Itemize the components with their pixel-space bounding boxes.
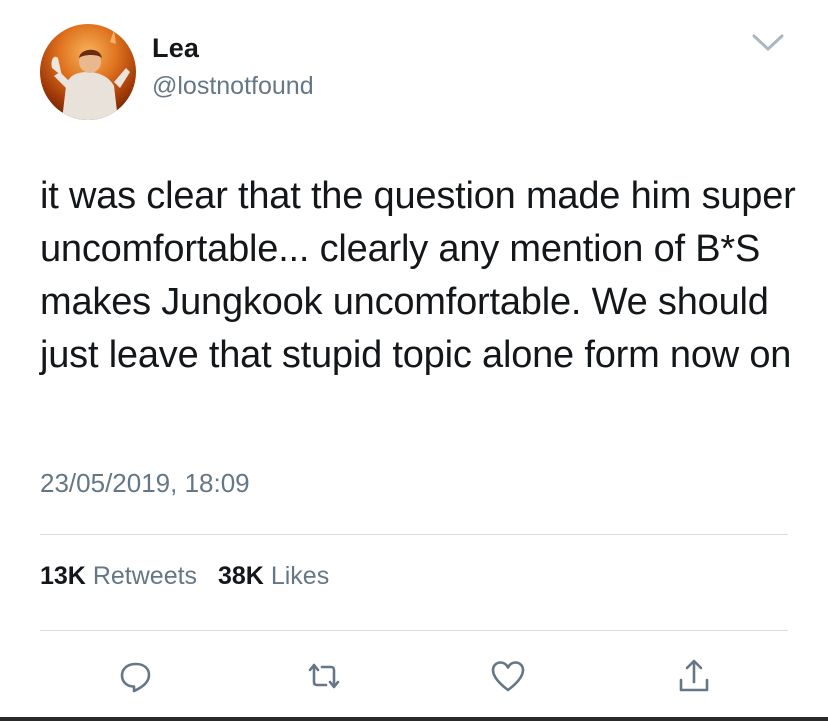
avatar-image xyxy=(51,30,130,120)
likes-stat[interactable]: 38K Likes xyxy=(218,562,329,591)
display-name[interactable]: Lea xyxy=(152,33,199,64)
tweet-timestamp[interactable]: 23/05/2019, 18:09 xyxy=(40,468,250,499)
user-handle[interactable]: @lostnotfound xyxy=(152,72,314,101)
chevron-down-icon[interactable] xyxy=(748,30,788,56)
share-button[interactable] xyxy=(674,656,714,696)
likes-count: 38K xyxy=(218,562,264,590)
like-button[interactable] xyxy=(488,656,528,696)
retweets-stat[interactable]: 13K Retweets xyxy=(40,562,197,591)
tweet-text: it was clear that the question made him … xyxy=(40,175,796,376)
retweet-button[interactable] xyxy=(304,656,344,696)
bottom-edge xyxy=(0,717,828,721)
retweet-icon xyxy=(308,663,340,689)
divider xyxy=(40,534,788,535)
share-icon xyxy=(679,659,709,692)
reply-button[interactable] xyxy=(116,656,156,696)
retweets-label: Retweets xyxy=(92,562,198,590)
engagement-stats: 13K Retweets 38K Likes xyxy=(40,562,343,591)
avatar[interactable] xyxy=(40,24,136,120)
reply-icon xyxy=(120,662,151,693)
divider xyxy=(40,630,788,631)
retweets-count: 13K xyxy=(40,562,86,590)
likes-label: Likes xyxy=(270,562,330,590)
tweet-actions xyxy=(0,650,828,700)
heart-icon xyxy=(491,661,525,692)
tweet-card: Lea @lostnotfound it was clear that the … xyxy=(0,0,828,721)
